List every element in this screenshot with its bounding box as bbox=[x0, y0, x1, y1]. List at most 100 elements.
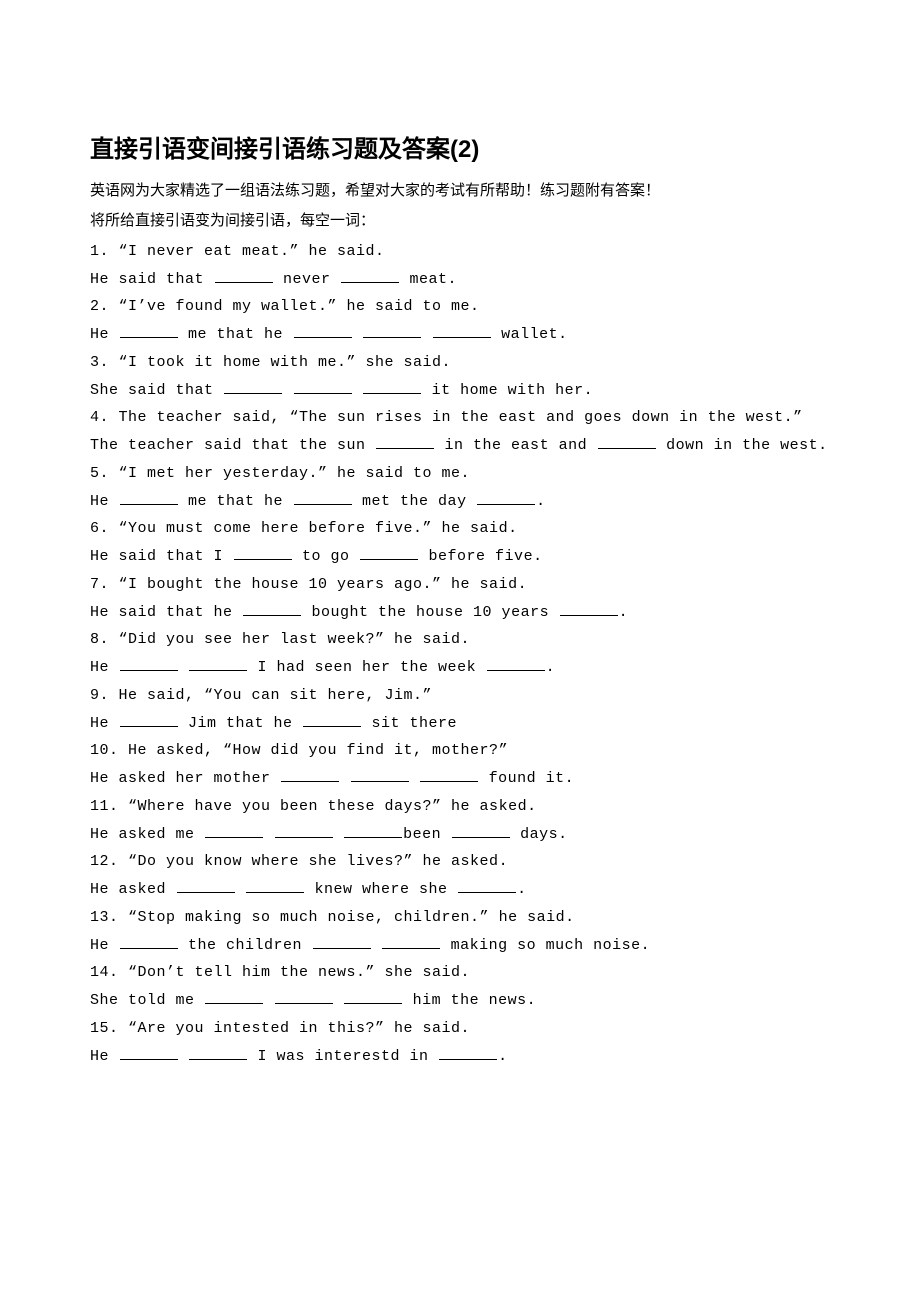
blank-input[interactable] bbox=[246, 877, 304, 893]
blank-input[interactable] bbox=[382, 933, 440, 949]
blank-input[interactable] bbox=[477, 489, 535, 505]
blank-input[interactable] bbox=[363, 378, 421, 394]
blank-input[interactable] bbox=[294, 322, 352, 338]
answer-text-segment: Jim that he bbox=[179, 715, 303, 732]
worksheet-page: 直接引语变间接引语练习题及答案(2) 英语网为大家精选了一组语法练习题，希望对大… bbox=[0, 0, 920, 1302]
answer-text-segment bbox=[410, 770, 420, 787]
blank-input[interactable] bbox=[487, 655, 545, 671]
answer-text-segment bbox=[179, 1048, 189, 1065]
answer-text-segment: He bbox=[90, 493, 119, 510]
blank-input[interactable] bbox=[420, 766, 478, 782]
blank-input[interactable] bbox=[363, 322, 421, 338]
answer-text-segment: me that he bbox=[179, 326, 293, 343]
answer-line: He the children making so much noise. bbox=[90, 932, 830, 960]
blank-input[interactable] bbox=[275, 988, 333, 1004]
blank-input[interactable] bbox=[303, 711, 361, 727]
answer-line: She told me him the news. bbox=[90, 987, 830, 1015]
answer-text-segment: He asked me bbox=[90, 826, 204, 843]
blank-input[interactable] bbox=[344, 822, 402, 838]
question-line: 1. “I never eat meat.” he said. bbox=[90, 238, 830, 266]
blank-input[interactable] bbox=[120, 711, 178, 727]
answer-text-segment bbox=[422, 326, 432, 343]
answer-text-segment: . bbox=[517, 881, 527, 898]
blank-input[interactable] bbox=[560, 600, 618, 616]
answer-line: He me that he met the day . bbox=[90, 488, 830, 516]
answer-text-segment bbox=[334, 826, 344, 843]
blank-input[interactable] bbox=[189, 1044, 247, 1060]
blank-input[interactable] bbox=[275, 822, 333, 838]
answer-text-segment: never bbox=[274, 271, 341, 288]
answer-text-segment: She told me bbox=[90, 992, 204, 1009]
answer-line: He I was interestd in . bbox=[90, 1043, 830, 1071]
blank-input[interactable] bbox=[360, 544, 418, 560]
question-line: 4. The teacher said, “The sun rises in t… bbox=[90, 404, 830, 432]
intro-text: 英语网为大家精选了一组语法练习题，希望对大家的考试有所帮助！练习题附有答案！ bbox=[90, 178, 830, 206]
answer-text-segment bbox=[236, 881, 246, 898]
blank-input[interactable] bbox=[341, 267, 399, 283]
answer-text-segment: He bbox=[90, 937, 119, 954]
answer-text-segment: I was interestd in bbox=[248, 1048, 438, 1065]
blank-input[interactable] bbox=[177, 877, 235, 893]
blank-input[interactable] bbox=[433, 322, 491, 338]
question-line: 8. “Did you see her last week?” he said. bbox=[90, 626, 830, 654]
blank-input[interactable] bbox=[439, 1044, 497, 1060]
blank-input[interactable] bbox=[294, 378, 352, 394]
blank-input[interactable] bbox=[243, 600, 301, 616]
blank-input[interactable] bbox=[120, 655, 178, 671]
answer-line: He asked knew where she . bbox=[90, 876, 830, 904]
answer-text-segment: days. bbox=[511, 826, 568, 843]
answer-text-segment: him the news. bbox=[403, 992, 536, 1009]
blank-input[interactable] bbox=[215, 267, 273, 283]
blank-input[interactable] bbox=[598, 433, 656, 449]
question-line: 13. “Stop making so much noise, children… bbox=[90, 904, 830, 932]
answer-text-segment: He asked bbox=[90, 881, 176, 898]
blank-input[interactable] bbox=[120, 1044, 178, 1060]
blank-input[interactable] bbox=[120, 322, 178, 338]
answer-text-segment: found it. bbox=[479, 770, 574, 787]
question-line: 3. “I took it home with me.” she said. bbox=[90, 349, 830, 377]
answer-line: He me that he wallet. bbox=[90, 321, 830, 349]
blank-input[interactable] bbox=[458, 877, 516, 893]
answer-text-segment: . bbox=[536, 493, 546, 510]
answer-text-segment: met the day bbox=[353, 493, 477, 510]
answer-line: He said that never meat. bbox=[90, 266, 830, 294]
question-line: 11. “Where have you been these days?” he… bbox=[90, 793, 830, 821]
answer-text-segment: in the east and bbox=[435, 437, 597, 454]
blank-input[interactable] bbox=[351, 766, 409, 782]
blank-input[interactable] bbox=[452, 822, 510, 838]
question-line: 10. He asked, “How did you find it, moth… bbox=[90, 737, 830, 765]
blank-input[interactable] bbox=[344, 988, 402, 1004]
question-line: 9. He said, “You can sit here, Jim.” bbox=[90, 682, 830, 710]
answer-text-segment: sit there bbox=[362, 715, 457, 732]
blank-input[interactable] bbox=[189, 655, 247, 671]
answer-text-segment: He said that he bbox=[90, 604, 242, 621]
question-line: 2. “I’ve found my wallet.” he said to me… bbox=[90, 293, 830, 321]
answer-line: He I had seen her the week . bbox=[90, 654, 830, 682]
answer-text-segment bbox=[283, 382, 293, 399]
blank-input[interactable] bbox=[234, 544, 292, 560]
answer-text-segment bbox=[179, 659, 189, 676]
answer-line: He said that he bought the house 10 year… bbox=[90, 599, 830, 627]
blank-input[interactable] bbox=[294, 489, 352, 505]
answer-text-segment: knew where she bbox=[305, 881, 457, 898]
blank-input[interactable] bbox=[205, 988, 263, 1004]
answer-text-segment: meat. bbox=[400, 271, 457, 288]
blank-input[interactable] bbox=[376, 433, 434, 449]
answer-text-segment: He asked her mother bbox=[90, 770, 280, 787]
answer-text-segment: bought the house 10 years bbox=[302, 604, 559, 621]
answer-text-segment: He said that I bbox=[90, 548, 233, 565]
answer-text-segment: the children bbox=[179, 937, 312, 954]
answer-text-segment: before five. bbox=[419, 548, 543, 565]
question-line: 5. “I met her yesterday.” he said to me. bbox=[90, 460, 830, 488]
blank-input[interactable] bbox=[120, 933, 178, 949]
blank-input[interactable] bbox=[224, 378, 282, 394]
blank-input[interactable] bbox=[281, 766, 339, 782]
instruction-text: 将所给直接引语变为间接引语，每空一词： bbox=[90, 208, 830, 236]
answer-text-segment: He bbox=[90, 326, 119, 343]
blank-input[interactable] bbox=[205, 822, 263, 838]
blank-input[interactable] bbox=[120, 489, 178, 505]
blank-input[interactable] bbox=[313, 933, 371, 949]
answer-text-segment: He bbox=[90, 1048, 119, 1065]
answer-text-segment: . bbox=[498, 1048, 508, 1065]
answer-text-segment bbox=[264, 992, 274, 1009]
